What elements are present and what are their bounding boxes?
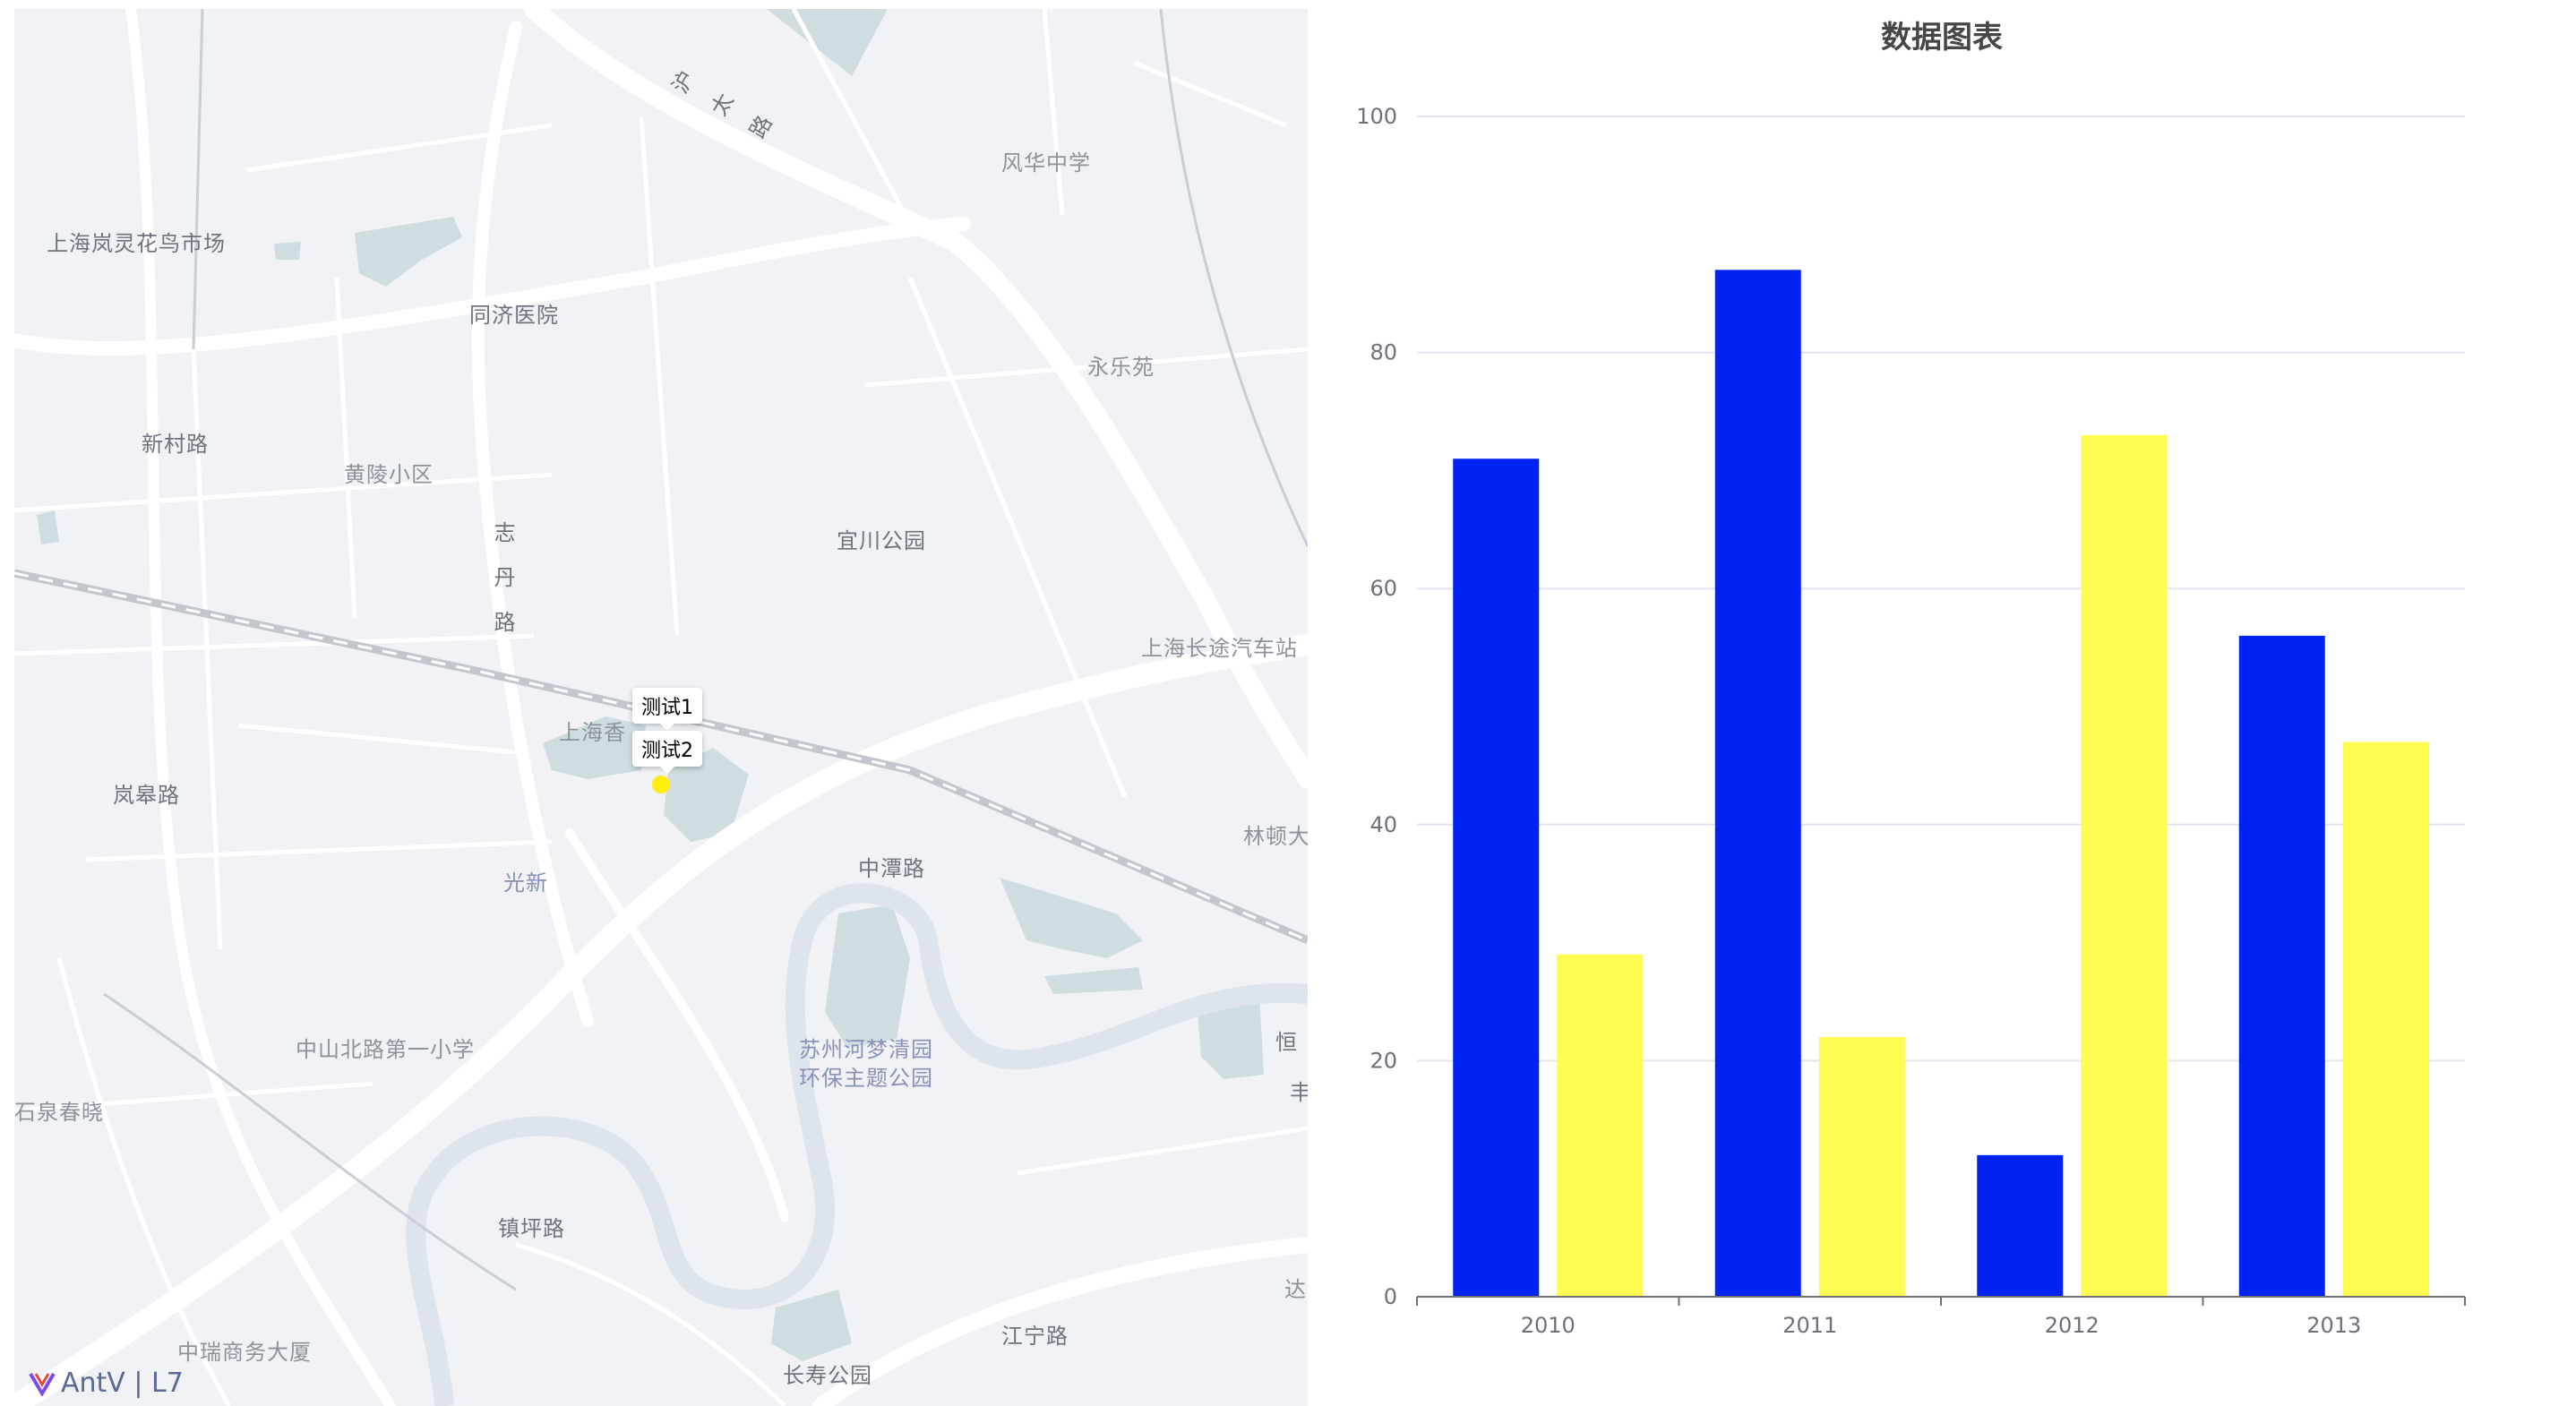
map-popup-test2[interactable]: 测试2 [632, 731, 702, 774]
bar-2011-series-1[interactable] [1714, 270, 1801, 1298]
map-label-heng: 恒 [1275, 1030, 1298, 1055]
map-label-shiquan: 石泉春晓 [14, 1100, 104, 1125]
bar-2012-series-1[interactable] [1977, 1154, 2064, 1297]
map-label-huaniao: 上海岚灵花鸟市场 [47, 231, 226, 256]
map-label-guangxin: 光新 [503, 870, 548, 896]
map-popup-test1[interactable]: 测试1 [632, 688, 702, 731]
map-label-xincun-road: 新村路 [142, 432, 209, 457]
y-tick-label: 80 [1370, 340, 1397, 365]
bar-2013-series-2[interactable] [2342, 742, 2429, 1297]
antv-logo-icon [29, 1372, 56, 1396]
antv-l7-logo: AntV | L7 [29, 1367, 184, 1399]
map-label-da: 达 [1284, 1277, 1307, 1302]
y-tick-label: 40 [1370, 812, 1397, 837]
map-label-linton: 林顿大 [1243, 824, 1308, 849]
map-marker-point[interactable] [652, 776, 670, 793]
chart-bars [1453, 270, 2429, 1298]
map-label-zhongshan-school: 中山北路第一小学 [296, 1037, 475, 1062]
x-axis: 2010 2011 2012 2013 [1416, 1296, 2466, 1338]
bar-2011-series-2[interactable] [1818, 1037, 1905, 1297]
y-axis-ticks: 0 20 40 60 80 100 [1356, 104, 1397, 1309]
map-label-langao-road: 岚皋路 [113, 783, 180, 808]
bar-2012-series-2[interactable] [2081, 434, 2168, 1297]
map-label-zhenping-road: 镇坪路 [498, 1216, 565, 1241]
map-label-huanbao-park: 环保主题公园 [799, 1066, 933, 1091]
x-tick-label: 2012 [2045, 1313, 2099, 1338]
map-label-tongji: 同济医院 [469, 303, 559, 328]
map-label-yichuan-park: 宜川公园 [837, 528, 926, 553]
map-label-xiangshu: 上海香 [559, 720, 626, 745]
bar-2010-series-1[interactable] [1453, 459, 1540, 1297]
map-label-fenghua: 风华中学 [1001, 150, 1091, 176]
map-label-feng: 丰 [1290, 1080, 1308, 1105]
map-label-zhongrui: 中瑞商务大厦 [177, 1340, 312, 1365]
y-tick-label: 20 [1370, 1048, 1397, 1073]
map-label-zhidan-road: 志丹路 [490, 521, 515, 656]
bar-2010-series-2[interactable] [1557, 954, 1644, 1297]
bar-2013-series-1[interactable] [2238, 635, 2325, 1297]
y-tick-label: 60 [1370, 576, 1397, 601]
x-tick-label: 2013 [2306, 1313, 2361, 1338]
y-tick-label: 100 [1356, 104, 1397, 129]
map-label-changshou-park: 长寿公园 [783, 1363, 872, 1388]
map-label-huangling: 黄陵小区 [344, 462, 434, 487]
chart-panel: 数据图表 0 20 40 60 80 100 2010 2011 2012 2013 [1308, 0, 2576, 1406]
y-tick-label: 0 [1384, 1284, 1397, 1309]
map-label-zhongtan-road: 中潭路 [858, 856, 925, 881]
x-tick-label: 2011 [1782, 1313, 1837, 1338]
map-view[interactable]: 上海岚灵花鸟市场 沪太路 风华中学 同济医院 永乐苑 新村路 黄陵小区 志丹路 … [14, 9, 1308, 1406]
map-label-yongle: 永乐苑 [1087, 355, 1155, 380]
map-label-changtu-station: 上海长途汽车站 [1141, 636, 1298, 661]
x-tick-label: 2010 [1521, 1313, 1576, 1338]
bar-chart: 0 20 40 60 80 100 2010 2011 2012 2013 [1356, 104, 2466, 1338]
map-label-suzhouhe-park: 苏州河梦清园 [799, 1037, 933, 1062]
map-label-jiangning-road: 江宁路 [1001, 1324, 1069, 1349]
antv-logo-text: AntV | L7 [61, 1367, 184, 1399]
